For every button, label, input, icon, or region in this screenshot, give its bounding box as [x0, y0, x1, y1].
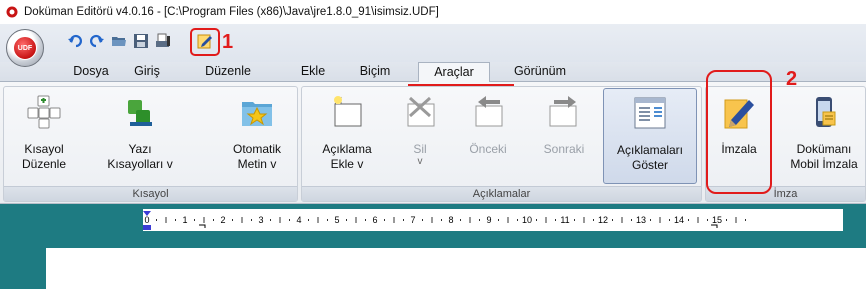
- tab-ekle[interactable]: Ekle: [294, 62, 332, 82]
- shortcut-keys-icon: [24, 92, 64, 132]
- ruler-number: 9: [486, 215, 491, 225]
- ruler-ticks: 0 1 2 3 4 5 6 7 8 9 10 11 12 13 14 15: [143, 211, 746, 230]
- group-label-kisayol: Kısayol: [4, 186, 297, 201]
- onceki-button[interactable]: Önceki: [458, 88, 518, 184]
- ruler-number: 10: [522, 215, 532, 225]
- aciklamalari-goster-button[interactable]: Açıklamaları Göster: [603, 88, 697, 184]
- udf-app-button[interactable]: UDF: [6, 29, 44, 67]
- auto-text-folder-icon: [237, 92, 277, 132]
- sil-label: Sil v: [413, 142, 427, 167]
- ruler-number: 12: [598, 215, 608, 225]
- text-shortcuts-icon: [120, 92, 160, 132]
- annotation-number-2: 2: [786, 68, 798, 90]
- ruler-number: 8: [448, 215, 453, 225]
- add-comment-icon: [327, 92, 367, 132]
- redo-icon[interactable]: [88, 32, 106, 50]
- onceki-label: Önceki: [469, 142, 507, 156]
- ruler-number: 15: [712, 215, 722, 225]
- annotation-number-1: 1: [222, 31, 234, 53]
- tab-bicim[interactable]: Biçim: [354, 62, 396, 82]
- delete-comment-icon: [400, 92, 440, 132]
- otomatik-metin-button[interactable]: Otomatik Metin v: [222, 88, 292, 184]
- tab-stop-left: [199, 224, 206, 228]
- kisayol-duzenle-label: Kısayol Düzenle: [21, 142, 67, 171]
- title-bar: Doküman Editörü v4.0.16 - [C:\Program Fi…: [0, 0, 866, 24]
- otomatik-metin-label: Otomatik Metin v: [232, 142, 281, 171]
- show-comments-icon: [630, 93, 670, 133]
- ruler-number: 1: [182, 215, 187, 225]
- yazi-kisayollari-label: Yazı Kısayolları v: [107, 142, 173, 171]
- window-title: Doküman Editörü v4.0.16 - [C:\Program Fi…: [24, 6, 439, 18]
- previous-comment-icon: [468, 92, 508, 132]
- ruler-number: 11: [560, 215, 569, 225]
- tab-stop-right: [711, 224, 718, 228]
- horizontal-ruler[interactable]: 0 1 2 3 4 5 6 7 8 9 10 11 12 13 14 15: [143, 209, 843, 231]
- ruler-number: 13: [636, 215, 646, 225]
- print-settings-icon[interactable]: [154, 32, 172, 50]
- tab-duzenle[interactable]: Düzenle: [196, 62, 260, 82]
- aciklamalari-goster-label: Açıklamaları Göster: [616, 143, 684, 172]
- tab-gorunum[interactable]: Görünüm: [504, 62, 576, 82]
- annotation-underline: [408, 84, 514, 86]
- tab-dosya[interactable]: Dosya: [66, 62, 116, 82]
- mobile-sign-icon: [804, 92, 844, 132]
- sil-button[interactable]: Sil v: [390, 88, 450, 184]
- tab-araclar[interactable]: Araçlar: [418, 62, 490, 83]
- yazi-kisayollari-button[interactable]: Yazı Kısayolları v: [100, 88, 180, 184]
- ruler-number: 4: [296, 215, 301, 225]
- aciklama-ekle-button[interactable]: Açıklama Ekle v: [312, 88, 382, 184]
- ruler-number: 14: [674, 215, 684, 225]
- left-indent-marker: [143, 225, 151, 230]
- save-icon[interactable]: [132, 32, 150, 50]
- quick-access-toolbar: [0, 24, 866, 62]
- document-page[interactable]: [46, 248, 866, 289]
- kisayol-duzenle-button[interactable]: Kısayol Düzenle: [14, 88, 74, 184]
- ruler-number: 7: [410, 215, 415, 225]
- aciklama-ekle-label: Açıklama Ekle v: [322, 142, 372, 171]
- dokumani-mobil-imzala-button[interactable]: Dokümanı Mobil İmzala: [782, 88, 866, 184]
- ruler-number: 3: [258, 215, 263, 225]
- next-comment-icon: [544, 92, 584, 132]
- undo-icon[interactable]: [66, 32, 84, 50]
- ruler-number: 6: [372, 215, 377, 225]
- sonraki-label: Sonraki: [543, 142, 585, 156]
- udf-app-button-icon: UDF: [13, 36, 37, 60]
- tab-giris[interactable]: Giriş: [126, 62, 168, 82]
- ruler-number: 5: [334, 215, 339, 225]
- dokumani-mobil-imzala-label: Dokümanı Mobil İmzala: [790, 142, 858, 171]
- open-folder-icon[interactable]: [110, 32, 128, 50]
- ruler-number: 0: [144, 215, 149, 225]
- annotation-box-2: [706, 70, 772, 194]
- ruler-number: 2: [220, 215, 225, 225]
- app-logo-icon: [6, 6, 18, 18]
- sonraki-button[interactable]: Sonraki: [532, 88, 596, 184]
- group-label-aciklamalar: Açıklamalar: [302, 186, 701, 201]
- annotation-box-1: [190, 28, 220, 56]
